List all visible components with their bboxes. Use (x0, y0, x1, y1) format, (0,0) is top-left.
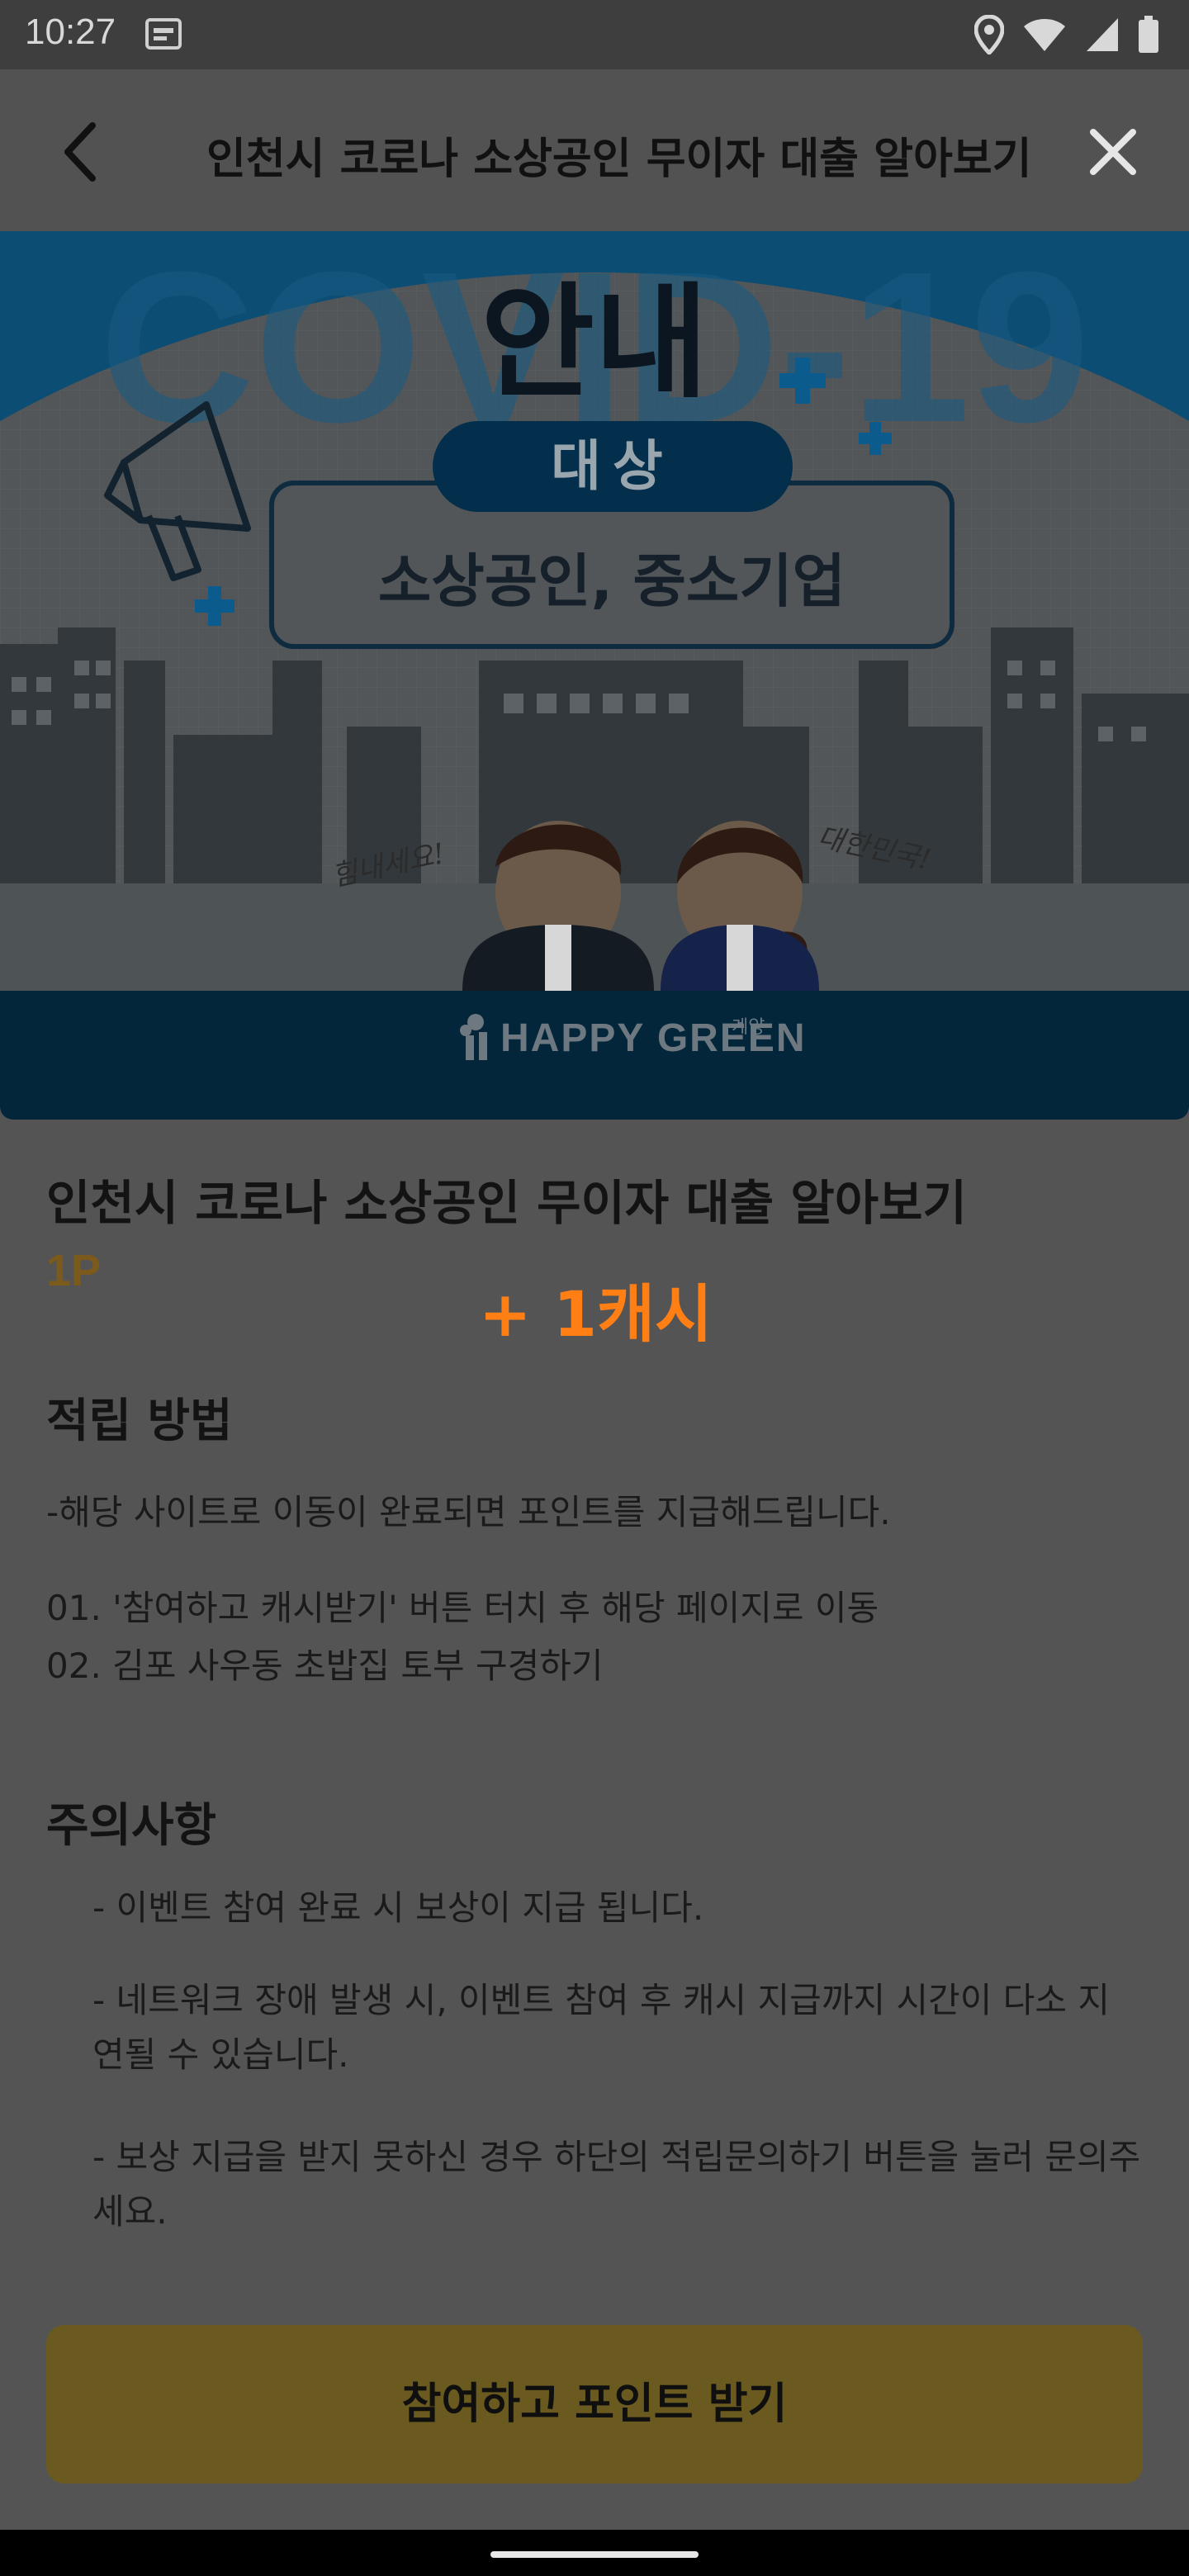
target-label: 대상 (433, 421, 793, 512)
notice-item-1: - 이벤트 참여 완료 시 보상이 지급 됩니다. (92, 1887, 704, 1928)
notices-heading: 주의사항 (46, 1799, 217, 1853)
banner-heading: 안내 (480, 272, 708, 415)
battery-icon (1138, 16, 1159, 57)
notification-icon (145, 18, 182, 53)
participate-button[interactable]: 참여하고 포인트 받기 (46, 2325, 1143, 2484)
close-icon (1090, 129, 1136, 175)
wifi-icon (1022, 17, 1067, 56)
status-bar: 10:27 (0, 0, 1189, 69)
earning-method-heading: 적립 방법 (46, 1395, 233, 1448)
notice-item-2: - 네트워크 장애 발생 시, 이벤트 참여 후 캐시 지급까지 시간이 다소 … (92, 1980, 1110, 2075)
close-button[interactable] (1082, 121, 1144, 183)
app-header: 인천시 코로나 소상공인 무이자 대출 알아보기 (0, 69, 1189, 231)
event-title: 인천시 코로나 소상공인 무이자 대출 알아보기 (46, 1175, 967, 1231)
earning-method-description: -해당 사이트로 이동이 완료되면 포인트를 지급해드립니다. (46, 1492, 891, 1532)
earning-step-2: 02. 김포 사우동 초밥집 토부 구경하기 (46, 1646, 604, 1686)
earning-step-1: 01. '참여하고 캐시받기' 버튼 터치 후 해당 페이지로 이동 (46, 1588, 879, 1628)
notice-item-3: - 보상 지급을 받지 못하신 경우 하단의 적립문의하기 버튼을 눌러 문의주… (92, 2137, 1141, 2232)
chevron-left-icon (64, 122, 96, 182)
target-value: 소상공인, 중소기업 (377, 547, 846, 615)
logo-small-text: 계양 (732, 1017, 765, 1038)
event-banner: COVID-19 안내 대상 소상공인, 중소기업 힘내세요! 대한민국! HA… (0, 231, 1189, 1120)
location-icon (973, 14, 1005, 58)
home-gesture-handle[interactable] (490, 2551, 699, 2558)
status-time: 10:27 (25, 12, 116, 52)
points-badge: 1P (46, 1246, 102, 1295)
signal-icon (1085, 17, 1120, 56)
cash-reward: + 1캐시 (479, 1277, 713, 1351)
page-title: 인천시 코로나 소상공인 무이자 대출 알아보기 (206, 135, 1032, 184)
back-button[interactable] (50, 119, 116, 185)
